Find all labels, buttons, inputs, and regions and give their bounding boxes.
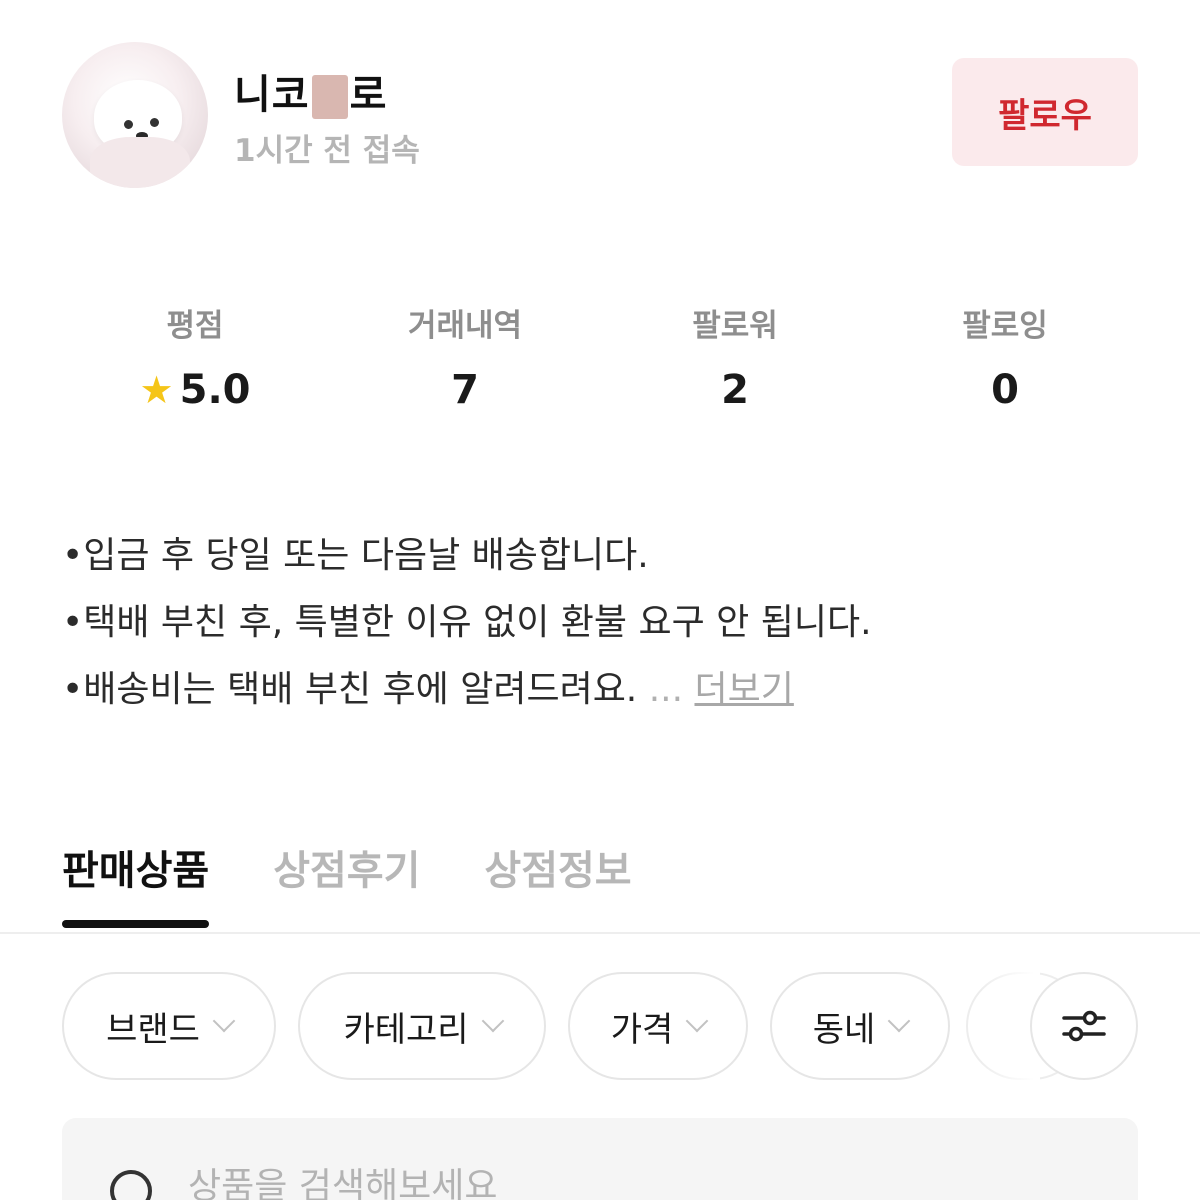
stat-label: 팔로워 [692, 308, 778, 344]
intro-line: •입금 후 당일 또는 다음날 배송합니다. [62, 535, 649, 576]
avatar[interactable] [62, 42, 208, 188]
filter-chip-neighborhood[interactable]: 동네 [770, 972, 950, 1080]
star-icon: ★ [139, 368, 174, 412]
intro-line: •배송비는 택배 부친 후에 알려드려요. ... 더보기 [62, 656, 872, 723]
filter-chip-label: 카테고리 [343, 1009, 469, 1050]
stat-value: 0 [991, 367, 1019, 413]
filter-chip-label: 브랜드 [106, 1009, 200, 1050]
tab-shop-info[interactable]: 상점정보 [484, 838, 631, 928]
stat-value: 2 [721, 367, 749, 413]
filter-settings-button[interactable] [1030, 972, 1138, 1080]
tab-reviews[interactable]: 상점후기 [273, 838, 420, 928]
shop-name-suffix: 로 [349, 72, 388, 118]
stat-value: 7 [451, 367, 479, 413]
stat-transactions[interactable]: 거래내역 7 [330, 300, 600, 413]
intro-line-text: •배송비는 택배 부친 후에 알려드려요. [62, 669, 638, 710]
stat-value-wrap: ★ 5.0 [60, 367, 330, 413]
stat-value-wrap: 0 [870, 367, 1140, 413]
stat-following[interactable]: 팔로잉 0 [870, 300, 1140, 413]
shop-stats: 평점 ★ 5.0 거래내역 7 팔로워 2 팔로잉 0 [60, 300, 1140, 413]
chevron-down-icon [887, 1009, 911, 1033]
stat-label: 거래내역 [407, 308, 523, 344]
chevron-down-icon [685, 1009, 709, 1033]
stat-followers[interactable]: 팔로워 2 [600, 300, 870, 413]
stat-value-wrap: 7 [330, 367, 600, 413]
last-seen-status: 1시간 전 접속 [234, 133, 420, 169]
filter-chip-label: 동네 [812, 1009, 876, 1050]
filter-chip-category[interactable]: 카테고리 [298, 972, 546, 1080]
chevron-down-icon [481, 1009, 504, 1033]
avatar-eye [124, 120, 133, 129]
shop-name: 니코 로 [234, 62, 387, 120]
filter-chip-brand[interactable]: 브랜드 [62, 972, 276, 1080]
sliders-icon [1062, 1010, 1106, 1042]
filter-chip-label: 가격 [610, 1009, 674, 1050]
avatar-body [90, 137, 190, 188]
tabs-divider [0, 932, 1200, 934]
product-search-bar[interactable] [62, 1118, 1138, 1200]
stat-label: 평점 [166, 308, 224, 344]
name-redaction-mask [311, 75, 348, 119]
intro-ellipsis: ... [637, 669, 695, 710]
stat-value: 5.0 [179, 367, 251, 413]
avatar-eye [150, 118, 159, 127]
search-input[interactable] [188, 1166, 988, 1200]
stat-rating[interactable]: 평점 ★ 5.0 [60, 300, 330, 413]
chevron-down-icon [212, 1009, 236, 1033]
stat-label: 팔로잉 [962, 308, 1048, 344]
see-more-link[interactable]: 더보기 [694, 669, 793, 710]
filter-chips: 브랜드 카테고리 가격 동네 [62, 972, 950, 1080]
shop-tabs: 판매상품 상점후기 상점정보 [62, 838, 632, 928]
tab-products[interactable]: 판매상품 [62, 838, 210, 928]
shop-intro: •입금 후 당일 또는 다음날 배송합니다. •택배 부친 후, 특별한 이유 … [62, 522, 872, 723]
follow-button[interactable]: 팔로우 [952, 58, 1138, 166]
search-icon [110, 1170, 152, 1200]
shop-name-prefix: 니코 [234, 72, 310, 118]
intro-line: •택배 부친 후, 특별한 이유 없이 환불 요구 안 됩니다. [62, 602, 872, 643]
filter-chip-price[interactable]: 가격 [568, 972, 748, 1080]
stat-value-wrap: 2 [600, 367, 870, 413]
